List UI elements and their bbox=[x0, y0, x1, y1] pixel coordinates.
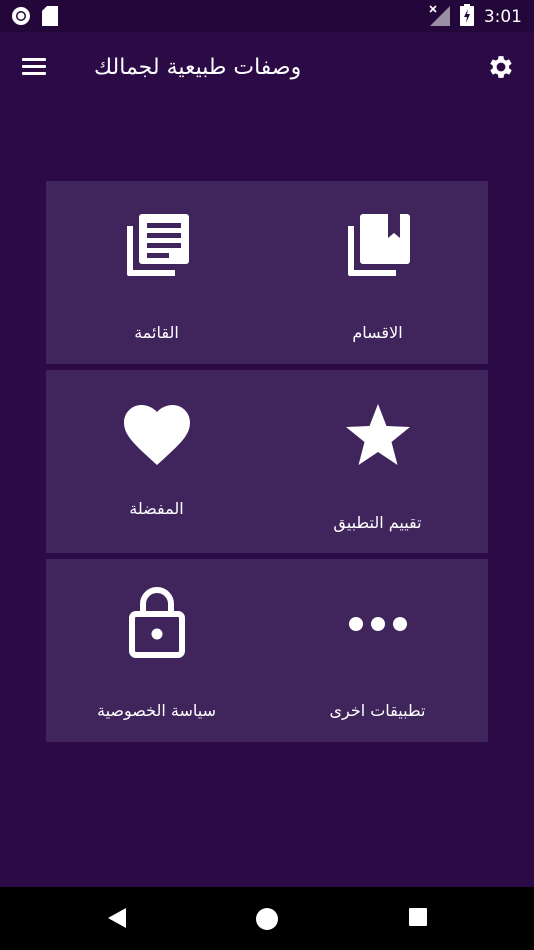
other-apps-tile[interactable]: تطبيقات اخرى bbox=[267, 559, 488, 742]
hamburger-menu-icon[interactable] bbox=[20, 54, 52, 82]
tile-label: سياسة الخصوصية bbox=[97, 701, 216, 720]
rate-app-tile[interactable]: تقييم التطبيق bbox=[267, 370, 488, 553]
home-circle-icon[interactable] bbox=[254, 906, 280, 932]
app-bar: وصفات طبيعية لجمالك bbox=[0, 32, 534, 104]
sd-card-icon bbox=[42, 6, 58, 30]
tile-label: تطبيقات اخرى bbox=[329, 701, 426, 720]
menu-row: سياسة الخصوصية تطبيقات اخرى bbox=[46, 559, 488, 742]
status-bar: 3:01 bbox=[0, 0, 534, 32]
circle-notification-icon bbox=[10, 5, 32, 31]
signal-off-icon bbox=[428, 4, 450, 30]
star-icon bbox=[343, 400, 413, 470]
navigation-bar bbox=[0, 887, 534, 950]
lock-icon bbox=[122, 587, 192, 658]
heart-icon bbox=[122, 400, 192, 470]
bookmark-library-icon bbox=[343, 211, 413, 281]
more-dots-icon bbox=[343, 589, 413, 659]
favorites-tile[interactable]: المفضلة bbox=[46, 370, 267, 553]
tile-label: القائمة bbox=[134, 323, 179, 342]
battery-charging-icon bbox=[459, 4, 474, 30]
status-time: 3:01 bbox=[483, 7, 522, 27]
list-library-icon bbox=[122, 211, 192, 281]
tile-label: المفضلة bbox=[129, 499, 184, 518]
gear-icon[interactable] bbox=[486, 52, 516, 82]
back-triangle-icon[interactable] bbox=[106, 906, 132, 932]
privacy-policy-tile[interactable]: سياسة الخصوصية bbox=[46, 559, 267, 742]
categories-tile[interactable]: الاقسام bbox=[267, 181, 488, 364]
menu-row: المفضلة تقييم التطبيق bbox=[46, 370, 488, 553]
page-title: وصفات طبيعية لجمالك bbox=[94, 55, 302, 80]
menu-grid: القائمة الاقسام المفضلة تقييم التطبيق سي… bbox=[46, 181, 488, 748]
list-tile[interactable]: القائمة bbox=[46, 181, 267, 364]
menu-row: القائمة الاقسام bbox=[46, 181, 488, 364]
tile-label: الاقسام bbox=[352, 323, 403, 342]
recents-square-icon[interactable] bbox=[407, 906, 433, 932]
tile-label: تقييم التطبيق bbox=[333, 513, 422, 532]
